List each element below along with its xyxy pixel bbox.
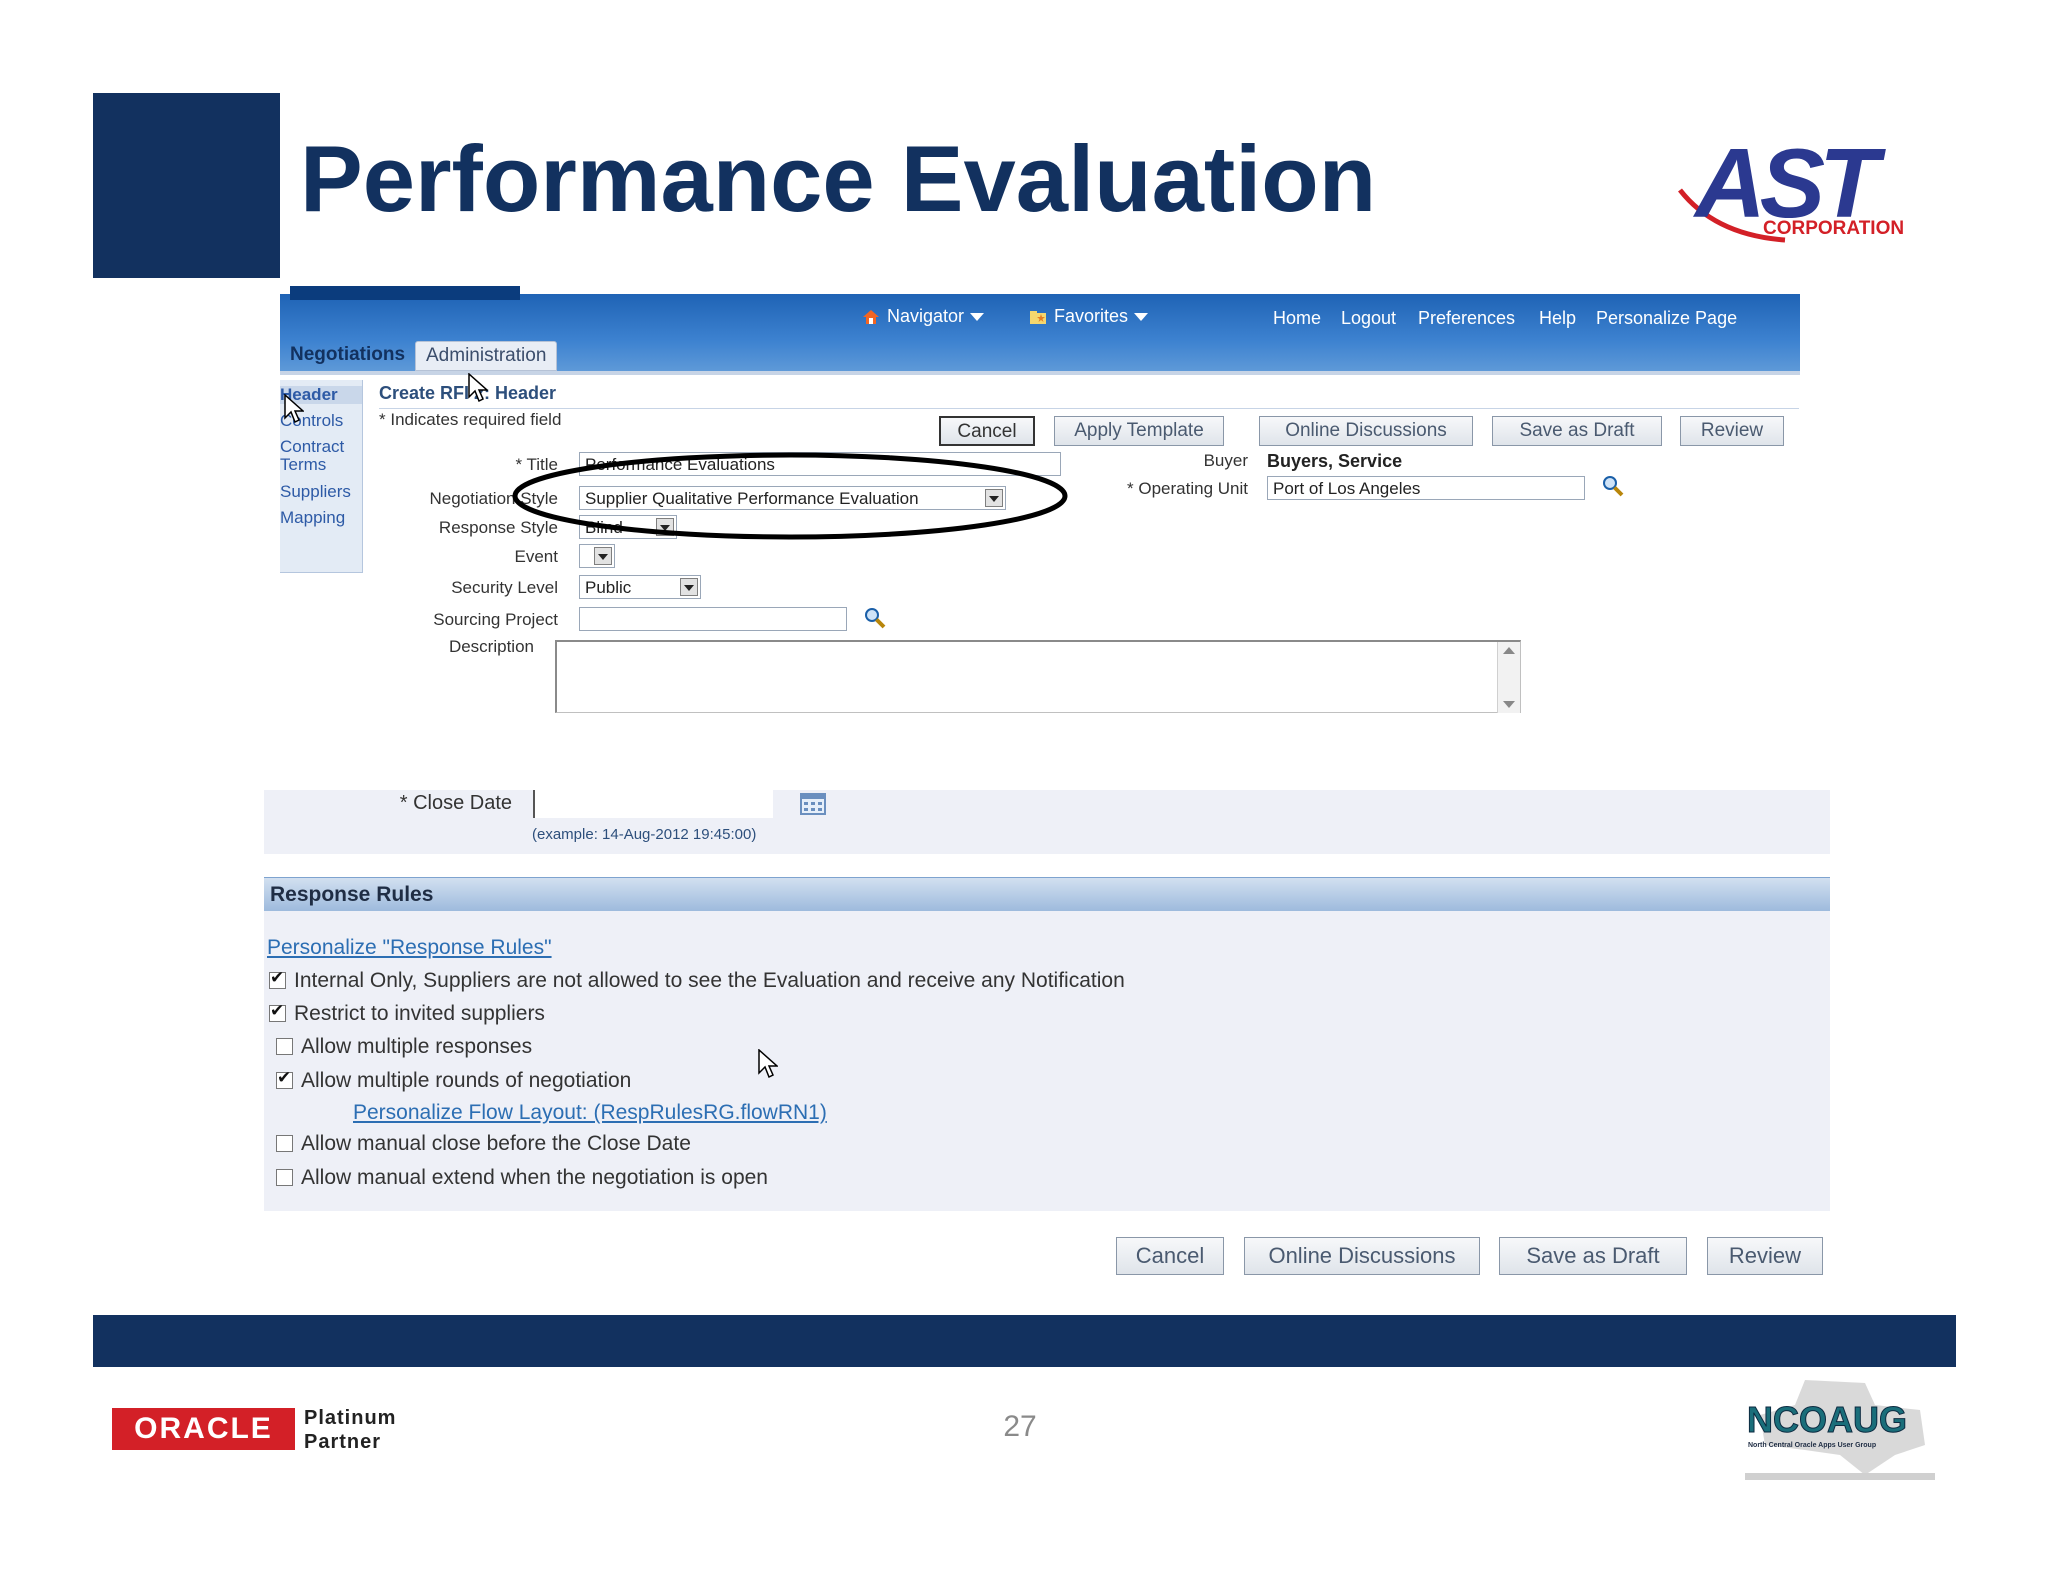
partner-line-2: Partner xyxy=(304,1431,382,1453)
buyer-label: Buyer xyxy=(1203,451,1248,470)
sourcing-project-label: Sourcing Project xyxy=(433,610,558,629)
description-textarea[interactable] xyxy=(555,640,1521,713)
multiple-responses-checkbox[interactable] xyxy=(276,1038,293,1055)
global-link-personalize-page[interactable]: Personalize Page xyxy=(1596,308,1737,329)
apply-template-button[interactable]: Apply Template xyxy=(1054,416,1224,446)
global-link-logout[interactable]: Logout xyxy=(1341,308,1396,329)
response-rules-header: Response Rules xyxy=(264,877,1830,912)
calendar-icon[interactable] xyxy=(800,791,826,815)
cancel-button-top[interactable]: Cancel xyxy=(939,416,1035,446)
scroll-down-icon[interactable] xyxy=(1503,701,1515,708)
manual-extend-checkbox[interactable] xyxy=(276,1169,293,1186)
ncoaug-text: NCOAUG xyxy=(1747,1399,1907,1440)
required-marker: * xyxy=(1127,479,1134,498)
event-select[interactable] xyxy=(579,544,615,568)
multiple-responses-label: Allow multiple responses xyxy=(301,1035,533,1058)
save-as-draft-button-bottom[interactable]: Save as Draft xyxy=(1499,1237,1687,1275)
tab-administration[interactable]: Administration xyxy=(415,341,558,371)
close-date-label-text: Close Date xyxy=(413,792,512,814)
close-date-field[interactable] xyxy=(533,790,773,818)
personalize-flow-layout-link[interactable]: Personalize Flow Layout: (RespRulesRG.fl… xyxy=(353,1101,827,1125)
save-as-draft-button-top[interactable]: Save as Draft xyxy=(1492,416,1662,446)
review-button-bottom[interactable]: Review xyxy=(1707,1237,1823,1275)
ncoaug-logo: NCOAUG North Central Oracle Apps User Gr… xyxy=(1745,1380,1935,1480)
operating-unit-field[interactable]: Port of Los Angeles xyxy=(1267,476,1585,500)
sidebar-item-mapping[interactable]: Mapping xyxy=(280,509,345,527)
oracle-sourcing-screenshot: Navigator Favorites Home Logout Preferen… xyxy=(264,286,1830,1294)
buyer-value: Buyers, Service xyxy=(1267,451,1403,471)
oracle-partner-text: Platinum Partner xyxy=(304,1406,396,1454)
mouse-cursor-icon xyxy=(758,1049,778,1079)
required-marker: * xyxy=(379,410,386,429)
home-icon xyxy=(863,310,879,325)
sidebar-item-suppliers[interactable]: Suppliers xyxy=(280,483,351,501)
review-button-top[interactable]: Review xyxy=(1680,416,1784,446)
partner-line-1: Platinum xyxy=(304,1407,397,1429)
search-icon[interactable] xyxy=(1602,475,1624,497)
scroll-up-icon[interactable] xyxy=(1503,647,1515,654)
search-icon[interactable] xyxy=(864,607,886,629)
description-label: Description xyxy=(448,637,534,656)
chevron-down-icon xyxy=(680,578,698,596)
navigator-menu[interactable]: Navigator xyxy=(863,306,985,327)
multiple-rounds-checkbox[interactable] xyxy=(276,1068,293,1089)
required-marker: * xyxy=(399,792,408,814)
favorites-menu[interactable]: Favorites xyxy=(1030,306,1149,327)
tab-divider xyxy=(280,371,1800,375)
ast-logo-sub: CORPORATION xyxy=(1763,218,1904,239)
operating-unit-label: * Operating Unit xyxy=(1100,479,1248,499)
cancel-button-bottom[interactable]: Cancel xyxy=(1116,1237,1224,1275)
favorites-folder-icon xyxy=(1030,311,1046,325)
heading-rule xyxy=(379,408,1799,409)
tab-negotiations[interactable]: Negotiations xyxy=(280,341,415,369)
global-link-home[interactable]: Home xyxy=(1273,308,1321,329)
multiple-rounds-label: Allow multiple rounds of negotiation xyxy=(301,1069,632,1092)
online-discussions-button-bottom[interactable]: Online Discussions xyxy=(1244,1237,1480,1275)
header-accent-block xyxy=(93,93,280,278)
restrict-invited-label: Restrict to invited suppliers xyxy=(294,1002,545,1025)
chevron-down-icon xyxy=(594,547,612,565)
annotation-ellipse xyxy=(512,452,1068,540)
security-level-value: Public xyxy=(585,578,632,597)
global-link-preferences[interactable]: Preferences xyxy=(1418,308,1515,329)
favorites-label: Favorites xyxy=(1054,306,1129,326)
navigator-label: Navigator xyxy=(887,306,965,326)
oracle-logo: ORACLE xyxy=(112,1408,295,1450)
security-level-label: Security Level xyxy=(451,578,558,597)
close-date-example: (example: 14-Aug-2012 19:45:00) xyxy=(532,826,757,843)
chevron-down-icon xyxy=(1134,313,1149,322)
mouse-cursor-icon xyxy=(284,394,304,424)
sidebar-item-terms[interactable]: Terms xyxy=(280,456,326,474)
operating-unit-label-text: Operating Unit xyxy=(1138,479,1248,498)
response-rules-title: Response Rules xyxy=(270,883,434,906)
sidebar-item-contract[interactable]: Contract xyxy=(280,438,344,456)
sourcing-project-field[interactable] xyxy=(579,607,847,631)
app-global-header: Navigator Favorites Home Logout Preferen… xyxy=(280,286,1800,372)
slide-title: Performance Evaluation xyxy=(300,126,1377,231)
mouse-cursor-icon xyxy=(468,373,488,403)
close-date-label: * Close Date xyxy=(340,792,512,815)
online-discussions-button-top[interactable]: Online Discussions xyxy=(1259,416,1473,446)
manual-extend-label: Allow manual extend when the negotiation… xyxy=(301,1166,768,1189)
required-note: * Indicates required field xyxy=(379,410,561,430)
event-label: Event xyxy=(514,547,558,566)
security-level-select[interactable]: Public xyxy=(579,575,701,599)
global-link-help[interactable]: Help xyxy=(1539,308,1576,329)
manual-close-label: Allow manual close before the Close Date xyxy=(301,1132,691,1155)
oracle-brand-fragment xyxy=(290,286,520,300)
required-note-text: Indicates required field xyxy=(390,410,562,429)
manual-close-checkbox[interactable] xyxy=(276,1135,293,1152)
footer-band xyxy=(93,1315,1956,1367)
page-number: 27 xyxy=(1003,1410,1037,1443)
restrict-invited-checkbox[interactable] xyxy=(269,1001,286,1022)
chevron-down-icon xyxy=(970,313,985,322)
internal-only-checkbox[interactable] xyxy=(269,968,286,989)
internal-only-label: Internal Only, Suppliers are not allowed… xyxy=(294,969,1125,992)
scrollbar[interactable] xyxy=(1497,642,1520,713)
ast-corporation-logo: AST CORPORATION xyxy=(1678,135,1904,243)
personalize-response-rules-link[interactable]: Personalize "Response Rules" xyxy=(267,936,552,960)
ncoaug-sub: North Central Oracle Apps User Group xyxy=(1748,1442,1876,1449)
